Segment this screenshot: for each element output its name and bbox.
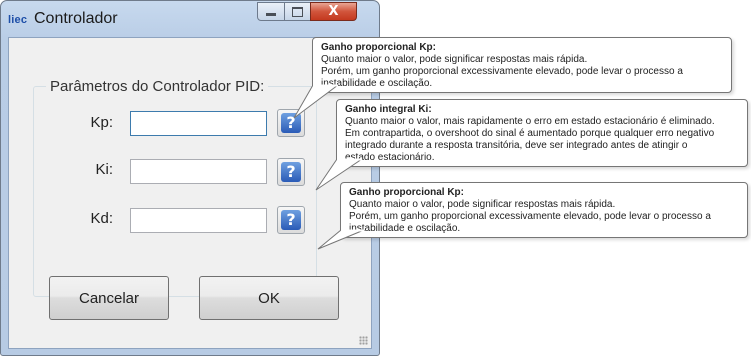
kd-tooltip-tail	[317, 229, 365, 250]
kp-input[interactable]	[130, 111, 267, 136]
tooltip-title: Ganho proporcional Kp:	[321, 42, 436, 53]
tooltip-line: estado estacionário.	[345, 152, 435, 163]
close-button[interactable]: X	[310, 2, 357, 21]
tooltip-line: Quanto maior o valor, pode significar re…	[321, 54, 588, 65]
kp-tooltip: Ganho proporcional Kp: Quanto maior o va…	[312, 37, 732, 93]
close-icon: X	[328, 4, 339, 19]
group-legend: Parâmetros do Controlador PID:	[46, 78, 269, 95]
help-icon: ?	[281, 162, 301, 182]
tooltip-line: Quanto maior o valor, mais rapidamente o…	[345, 116, 715, 127]
title-bar[interactable]: liec Controlador X	[1, 1, 379, 37]
maximize-button[interactable]	[284, 2, 311, 21]
help-icon: ?	[281, 210, 301, 230]
tooltip-title: Ganho integral Ki:	[345, 104, 432, 115]
tooltip-title: Ganho proporcional Kp:	[349, 187, 464, 198]
maximize-icon	[292, 6, 303, 17]
resize-grip[interactable]	[359, 336, 368, 345]
ki-tooltip: Ganho integral Ki: Quanto maior o valor,…	[336, 99, 748, 167]
tooltip-line: integrado durante a resposta transitória…	[345, 140, 688, 151]
kp-tooltip-tail	[293, 84, 340, 119]
ki-help-button[interactable]: ?	[277, 158, 305, 186]
minimize-icon	[266, 13, 276, 16]
tooltip-line: instabilidade e oscilação.	[321, 78, 433, 89]
ki-label: Ki:	[95, 161, 113, 178]
kd-label: Kd:	[90, 210, 113, 227]
kd-help-button[interactable]: ?	[277, 206, 305, 234]
tooltip-line: Quanto maior o valor, pode significar re…	[349, 199, 616, 210]
tooltip-line: Em contrapartida, o overshoot do sinal é…	[345, 128, 715, 139]
ok-button[interactable]: OK	[199, 276, 339, 320]
window-title: Controlador	[34, 10, 118, 27]
app-logo-icon: liec	[8, 14, 28, 26]
tooltip-line: instabilidade e oscilação.	[349, 223, 461, 234]
cancel-button[interactable]: Cancelar	[49, 276, 169, 320]
ki-input[interactable]	[130, 159, 267, 184]
kp-label: Kp:	[90, 114, 113, 131]
tooltip-line: Porém, um ganho proporcional excessivame…	[321, 66, 683, 77]
tooltip-line: Porém, um ganho proporcional excessivame…	[349, 211, 711, 222]
kd-input[interactable]	[130, 208, 267, 233]
kd-tooltip: Ganho proporcional Kp: Quanto maior o va…	[340, 182, 748, 238]
minimize-button[interactable]	[257, 2, 285, 21]
